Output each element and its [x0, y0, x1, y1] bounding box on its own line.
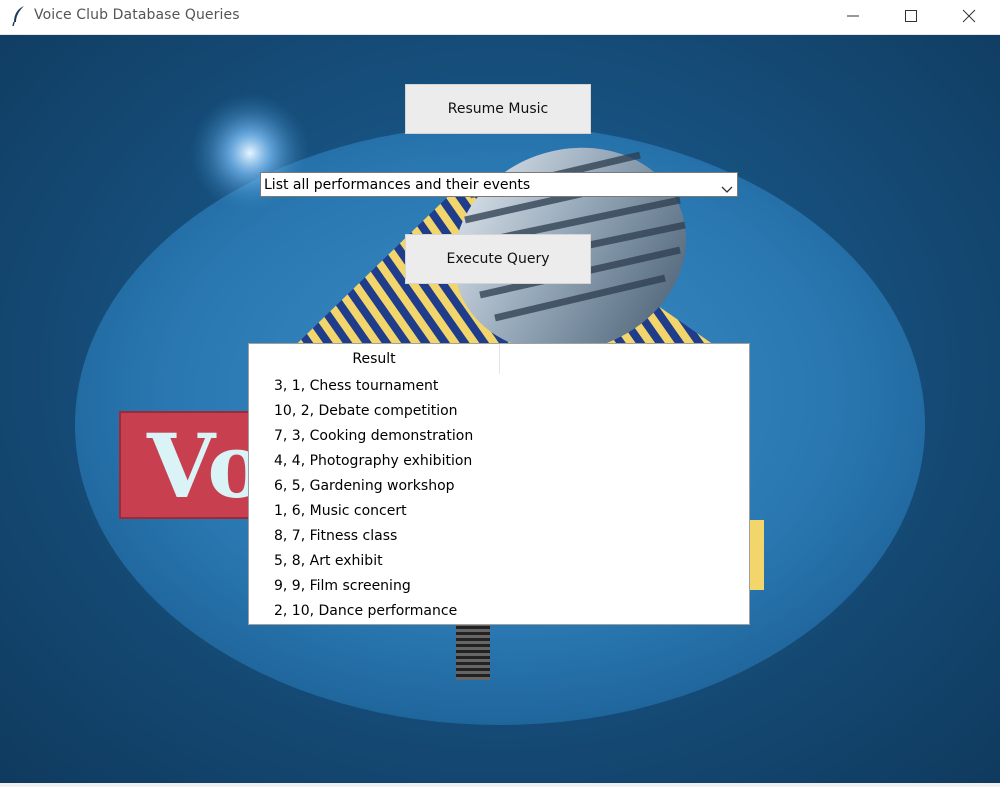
- close-icon: [962, 9, 976, 23]
- column-header-result[interactable]: Result: [249, 344, 500, 374]
- table-row[interactable]: 7, 3, Cooking demonstration: [249, 424, 749, 449]
- table-row[interactable]: 3, 1, Chess tournament: [249, 374, 749, 399]
- close-button[interactable]: [940, 0, 998, 32]
- window-title: Voice Club Database Queries: [34, 7, 240, 23]
- table-row[interactable]: 6, 5, Gardening workshop: [249, 474, 749, 499]
- table-row[interactable]: 8, 7, Fitness class: [249, 524, 749, 549]
- resume-music-button[interactable]: Resume Music: [405, 84, 591, 134]
- table-row[interactable]: 10, 2, Debate competition: [249, 399, 749, 424]
- table-row[interactable]: 4, 4, Photography exhibition: [249, 449, 749, 474]
- app-window: Voice Club Database Queries Vo Resume Mu…: [0, 0, 1000, 787]
- title-bar: Voice Club Database Queries: [0, 0, 1000, 35]
- maximize-button[interactable]: [882, 0, 940, 32]
- table-row[interactable]: 5, 8, Art exhibit: [249, 549, 749, 574]
- chevron-down-icon[interactable]: [721, 180, 733, 193]
- window-bottom-edge: [0, 783, 1000, 787]
- table-row[interactable]: 1, 6, Music concert: [249, 499, 749, 524]
- resume-music-label: Resume Music: [447, 101, 549, 117]
- table-rows: 3, 1, Chess tournament 10, 2, Debate com…: [249, 374, 749, 624]
- minimize-icon: [847, 15, 859, 17]
- maximize-icon: [905, 10, 917, 22]
- execute-query-label: Execute Query: [446, 251, 550, 267]
- column-header-empty[interactable]: [500, 344, 749, 374]
- table-header: Result: [249, 344, 749, 374]
- query-select[interactable]: List all performances and their events: [260, 172, 738, 197]
- table-row[interactable]: 2, 10, Dance performance: [249, 599, 749, 624]
- query-select-value: List all performances and their events: [264, 177, 531, 193]
- result-table[interactable]: Result 3, 1, Chess tournament 10, 2, Deb…: [248, 343, 750, 625]
- feather-icon: [10, 5, 28, 27]
- minimize-button[interactable]: [824, 0, 882, 32]
- execute-query-button[interactable]: Execute Query: [405, 234, 591, 284]
- table-row[interactable]: 9, 9, Film screening: [249, 574, 749, 599]
